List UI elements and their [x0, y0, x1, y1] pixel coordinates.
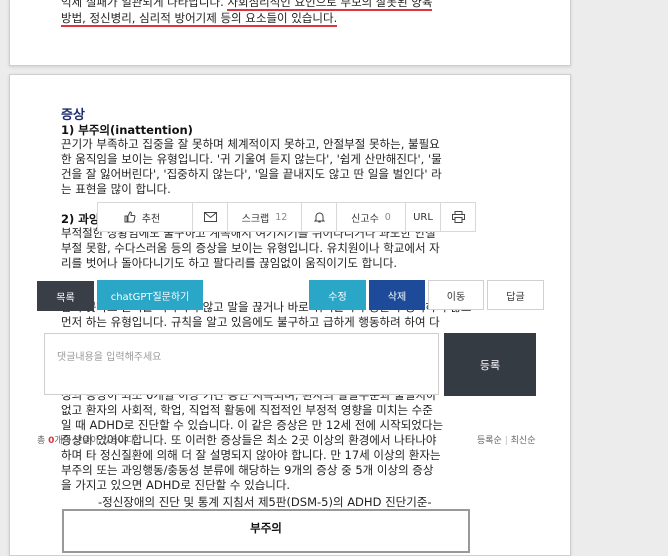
paragraph-line: 방법, 정신병리, 심리적 방어기제 등의 요소들이 있습니다.	[61, 11, 338, 27]
url-button[interactable]: URL	[405, 202, 441, 232]
section-heading: 증상	[61, 108, 85, 123]
paragraph-line: 리를 벗어나 돌아다니기도 하고 팔다리를 끊임없이 움직이기도 합니다.	[61, 256, 398, 270]
paragraph-line: 일 때 ADHD로 진단할 수 있습니다. 이 같은 증상은 만 12세 전에 …	[61, 418, 444, 432]
alarm-button[interactable]	[301, 202, 337, 232]
criteria-table: 부주의	[62, 509, 470, 553]
move-button[interactable]: 이동	[428, 280, 484, 310]
like-button[interactable]: 추천	[97, 202, 193, 232]
paragraph-line: 하며 타 정신질환에 의해 더 잘 설명되지 않아야 합니다. 만 17세 이상…	[61, 448, 441, 462]
count-prefix: 총	[37, 436, 49, 446]
paragraph-line: 부주의 또는 과잉행동/충동성 분류에 해당하는 9개의 증상 중 5개 이상의…	[61, 463, 434, 477]
subheading-inattention: 1) 부주의(inattention)	[61, 123, 193, 137]
comment-input[interactable]: 댓글내용을 입력해주세요	[44, 333, 439, 395]
list-button[interactable]: 목록	[37, 281, 94, 311]
paragraph-line: 부절 못함, 수다스러움 등의 증상을 보이는 유형입니다. 유치원이나 학교에…	[61, 241, 440, 255]
report-count: 0	[384, 211, 391, 223]
reply-button[interactable]: 답글	[487, 280, 544, 310]
comment-count: 총 0개의 댓글이 있습니다.	[37, 433, 138, 446]
table-header: 부주의	[250, 521, 282, 535]
comment-submit-button[interactable]: 등록	[444, 333, 536, 396]
paragraph-line: 억제 실패가 일관되게 나타납니다. 사회심리적인 요인으로 부모의 잘못된 양…	[61, 0, 433, 11]
highlighted-text: 사회심리적인 요인으로 부모의 잘못된 양육	[227, 0, 433, 11]
thumbs-up-icon	[124, 211, 136, 223]
post-toolbar: 추천 스크랩 12 신고수 0 URL	[97, 202, 476, 234]
delete-button[interactable]: 삭제	[369, 280, 425, 310]
comment-placeholder: 댓글내용을 입력해주세요	[57, 352, 162, 363]
printer-icon	[451, 211, 465, 223]
like-label: 추천	[141, 213, 161, 225]
report-button[interactable]: 신고수 0	[336, 202, 406, 232]
paragraph-line: 없고 환자의 사회적, 학업, 직업적 활동에 직접적인 부정적 영향을 미치는…	[61, 403, 433, 417]
scrap-label: 스크랩	[241, 213, 270, 225]
mail-button[interactable]	[192, 202, 228, 232]
comment-sort: 등록순 | 최신순	[477, 433, 535, 446]
scrap-count: 12	[275, 211, 288, 223]
scrap-button[interactable]: 스크랩 12	[227, 202, 302, 232]
document-page: 억제 실패가 일관되게 나타납니다. 사회심리적인 요인으로 부모의 잘못된 양…	[9, 0, 571, 66]
sort-separator: |	[504, 436, 508, 446]
sort-registered[interactable]: 등록순	[477, 436, 502, 446]
report-label: 신고수	[351, 213, 379, 225]
url-label: URL	[413, 211, 433, 223]
highlighted-text: 방법, 정신병리, 심리적 방어기제 등의 요소들이 있습니다.	[61, 11, 338, 27]
paragraph-line: 을 가지고 있으면 ADHD로 진단할 수 있습니다.	[61, 478, 291, 492]
mail-icon	[203, 212, 217, 222]
paragraph-line: 는 표현을 많이 합니다.	[61, 182, 171, 196]
paragraph-line: 한 움직임을 보이는 유형입니다. '귀 기울여 듣지 않는다', '쉽게 산만…	[61, 152, 442, 166]
chatgpt-button[interactable]: chatGPT질문하기	[97, 280, 203, 310]
edit-button[interactable]: 수정	[309, 280, 366, 310]
print-button[interactable]	[440, 202, 476, 232]
paragraph-line: 건을 잘 잃어버린다', '집중하지 않는다', '일을 끝내지도 않고 딴 일…	[61, 167, 442, 181]
text: 억제 실패가 일관되게 나타납니다.	[61, 0, 228, 9]
bell-icon	[313, 211, 325, 223]
paragraph-line: 끈기가 부족하고 집중을 잘 못하며 체계적이지 못하고, 안절부절 못하는, …	[61, 137, 440, 151]
paragraph-line: 먼저 하는 유형입니다. 규칙을 알고 있음에도 불구하고 급하게 행동하려 하…	[61, 315, 440, 329]
count-suffix: 개의 댓글이 있습니다.	[54, 436, 138, 446]
sort-latest[interactable]: 최신순	[511, 436, 536, 446]
